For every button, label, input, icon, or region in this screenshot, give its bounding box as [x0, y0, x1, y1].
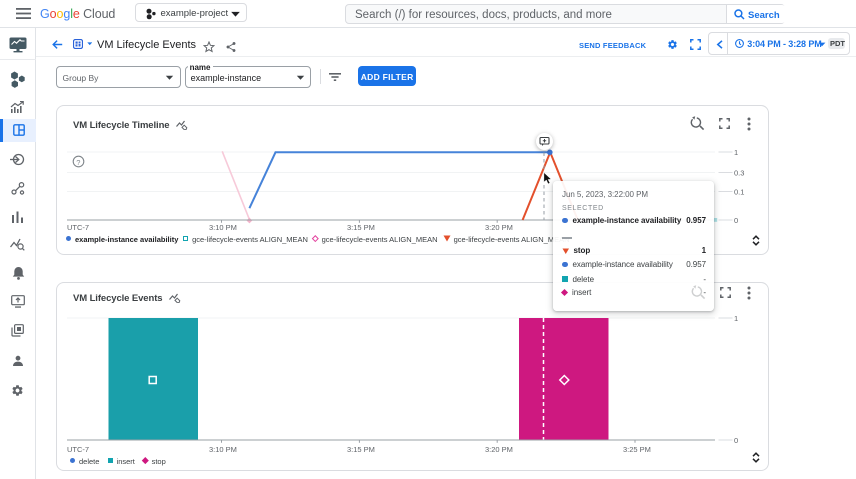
- svg-text:3:20 PM: 3:20 PM: [485, 223, 513, 232]
- svg-text:3:10 PM: 3:10 PM: [209, 223, 237, 232]
- svg-text:3:15 PM: 3:15 PM: [347, 223, 375, 232]
- svg-text:UTC-7: UTC-7: [67, 223, 89, 232]
- svg-text:?: ?: [76, 157, 80, 166]
- svg-text:0: 0: [734, 436, 738, 445]
- svg-text:3:20 PM: 3:20 PM: [485, 445, 513, 454]
- svg-text:0.1: 0.1: [734, 187, 744, 196]
- svg-text:0.3: 0.3: [734, 168, 744, 177]
- svg-text:3:25 PM: 3:25 PM: [623, 445, 651, 454]
- svg-text:0: 0: [734, 216, 738, 225]
- svg-text:UTC-7: UTC-7: [67, 445, 89, 454]
- svg-text:1: 1: [734, 148, 738, 157]
- svg-text:1: 1: [734, 314, 738, 323]
- svg-text:3:10 PM: 3:10 PM: [209, 445, 237, 454]
- svg-text:3:15 PM: 3:15 PM: [347, 445, 375, 454]
